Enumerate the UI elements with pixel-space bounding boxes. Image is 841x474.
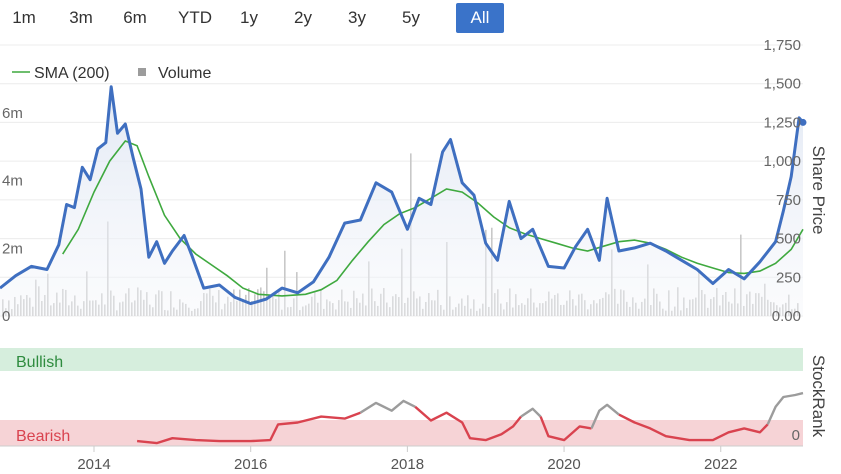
volume-tick-label: 2m xyxy=(2,240,23,257)
price-tick-label: 500 xyxy=(776,231,801,248)
x-tick-label: 2018 xyxy=(391,456,424,473)
stockrank-segment-gray xyxy=(359,399,416,414)
x-tick-label: 2022 xyxy=(704,456,737,473)
bearish-band xyxy=(0,420,803,446)
x-tick-label: 2014 xyxy=(77,456,110,473)
stockrank-segment-gray xyxy=(520,407,542,418)
price-tick-label: 1,750 xyxy=(763,37,801,54)
volume-tick-label: 6m xyxy=(2,105,23,122)
legend-volume-label[interactable]: Volume xyxy=(158,65,211,82)
stockrank-segment-gray xyxy=(766,391,804,425)
legend-sma-label[interactable]: SMA (200) xyxy=(34,65,110,82)
price-tick-label: 750 xyxy=(776,192,801,209)
price-tick-label: 1,250 xyxy=(763,114,801,131)
stockrank-axis-title: StockRank xyxy=(809,355,828,438)
time-axis: 2014 2016 2018 2020 2022 xyxy=(0,445,803,473)
bearish-label: Bearish xyxy=(16,428,70,445)
price-tick-label: 1,000 xyxy=(763,153,801,170)
legend-volume-swatch xyxy=(138,68,146,76)
volume-tick-label: 0 xyxy=(2,308,10,325)
bullish-label: Bullish xyxy=(16,354,63,371)
volume-tick-label: 4m xyxy=(2,173,23,190)
price-axis-title: Share Price xyxy=(809,146,828,235)
price-tick-label: 250 xyxy=(776,269,801,286)
price-tick-label: 1,500 xyxy=(763,76,801,93)
x-tick-label: 2020 xyxy=(547,456,580,473)
price-tick-label: 0.00 xyxy=(772,308,801,325)
stockrank-tick-zero: 0 xyxy=(792,427,800,444)
bullish-band xyxy=(0,348,803,371)
legend: SMA (200) Volume xyxy=(12,65,211,82)
price-area-fill xyxy=(0,86,803,316)
x-tick-label: 2016 xyxy=(234,456,267,473)
chart-area: SMA (200) Volume 1,750 1,500 1,250 1,000 750… xyxy=(0,37,828,473)
